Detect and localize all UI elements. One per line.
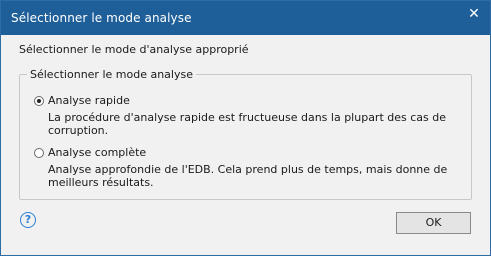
ok-button[interactable]: OK <box>396 212 471 234</box>
quick-scan-radio[interactable] <box>34 95 44 106</box>
full-scan-radio[interactable] <box>34 147 44 158</box>
close-icon[interactable]: ✕ <box>460 3 488 25</box>
quick-scan-description: La procédure d'analyse rapide est fructu… <box>48 111 447 137</box>
quick-scan-option[interactable]: Analyse rapide <box>34 94 130 107</box>
instruction-text: Sélectionner le mode d'analyse approprié <box>19 43 249 56</box>
quick-scan-label[interactable]: Analyse rapide <box>48 94 130 107</box>
scan-mode-group-label: Sélectionner le mode analyse <box>27 68 196 81</box>
full-scan-description: Analyse approfondie de l'EDB. Cela prend… <box>48 163 448 189</box>
window-title: Sélectionner le mode analyse <box>11 11 192 25</box>
full-scan-option[interactable]: Analyse complète <box>34 146 146 159</box>
help-icon[interactable]: ? <box>20 212 36 228</box>
full-scan-label[interactable]: Analyse complète <box>48 146 146 159</box>
title-bar[interactable]: Sélectionner le mode analyse ✕ <box>1 1 490 35</box>
select-scan-mode-dialog: Sélectionner le mode analyse ✕ Sélection… <box>0 0 491 256</box>
